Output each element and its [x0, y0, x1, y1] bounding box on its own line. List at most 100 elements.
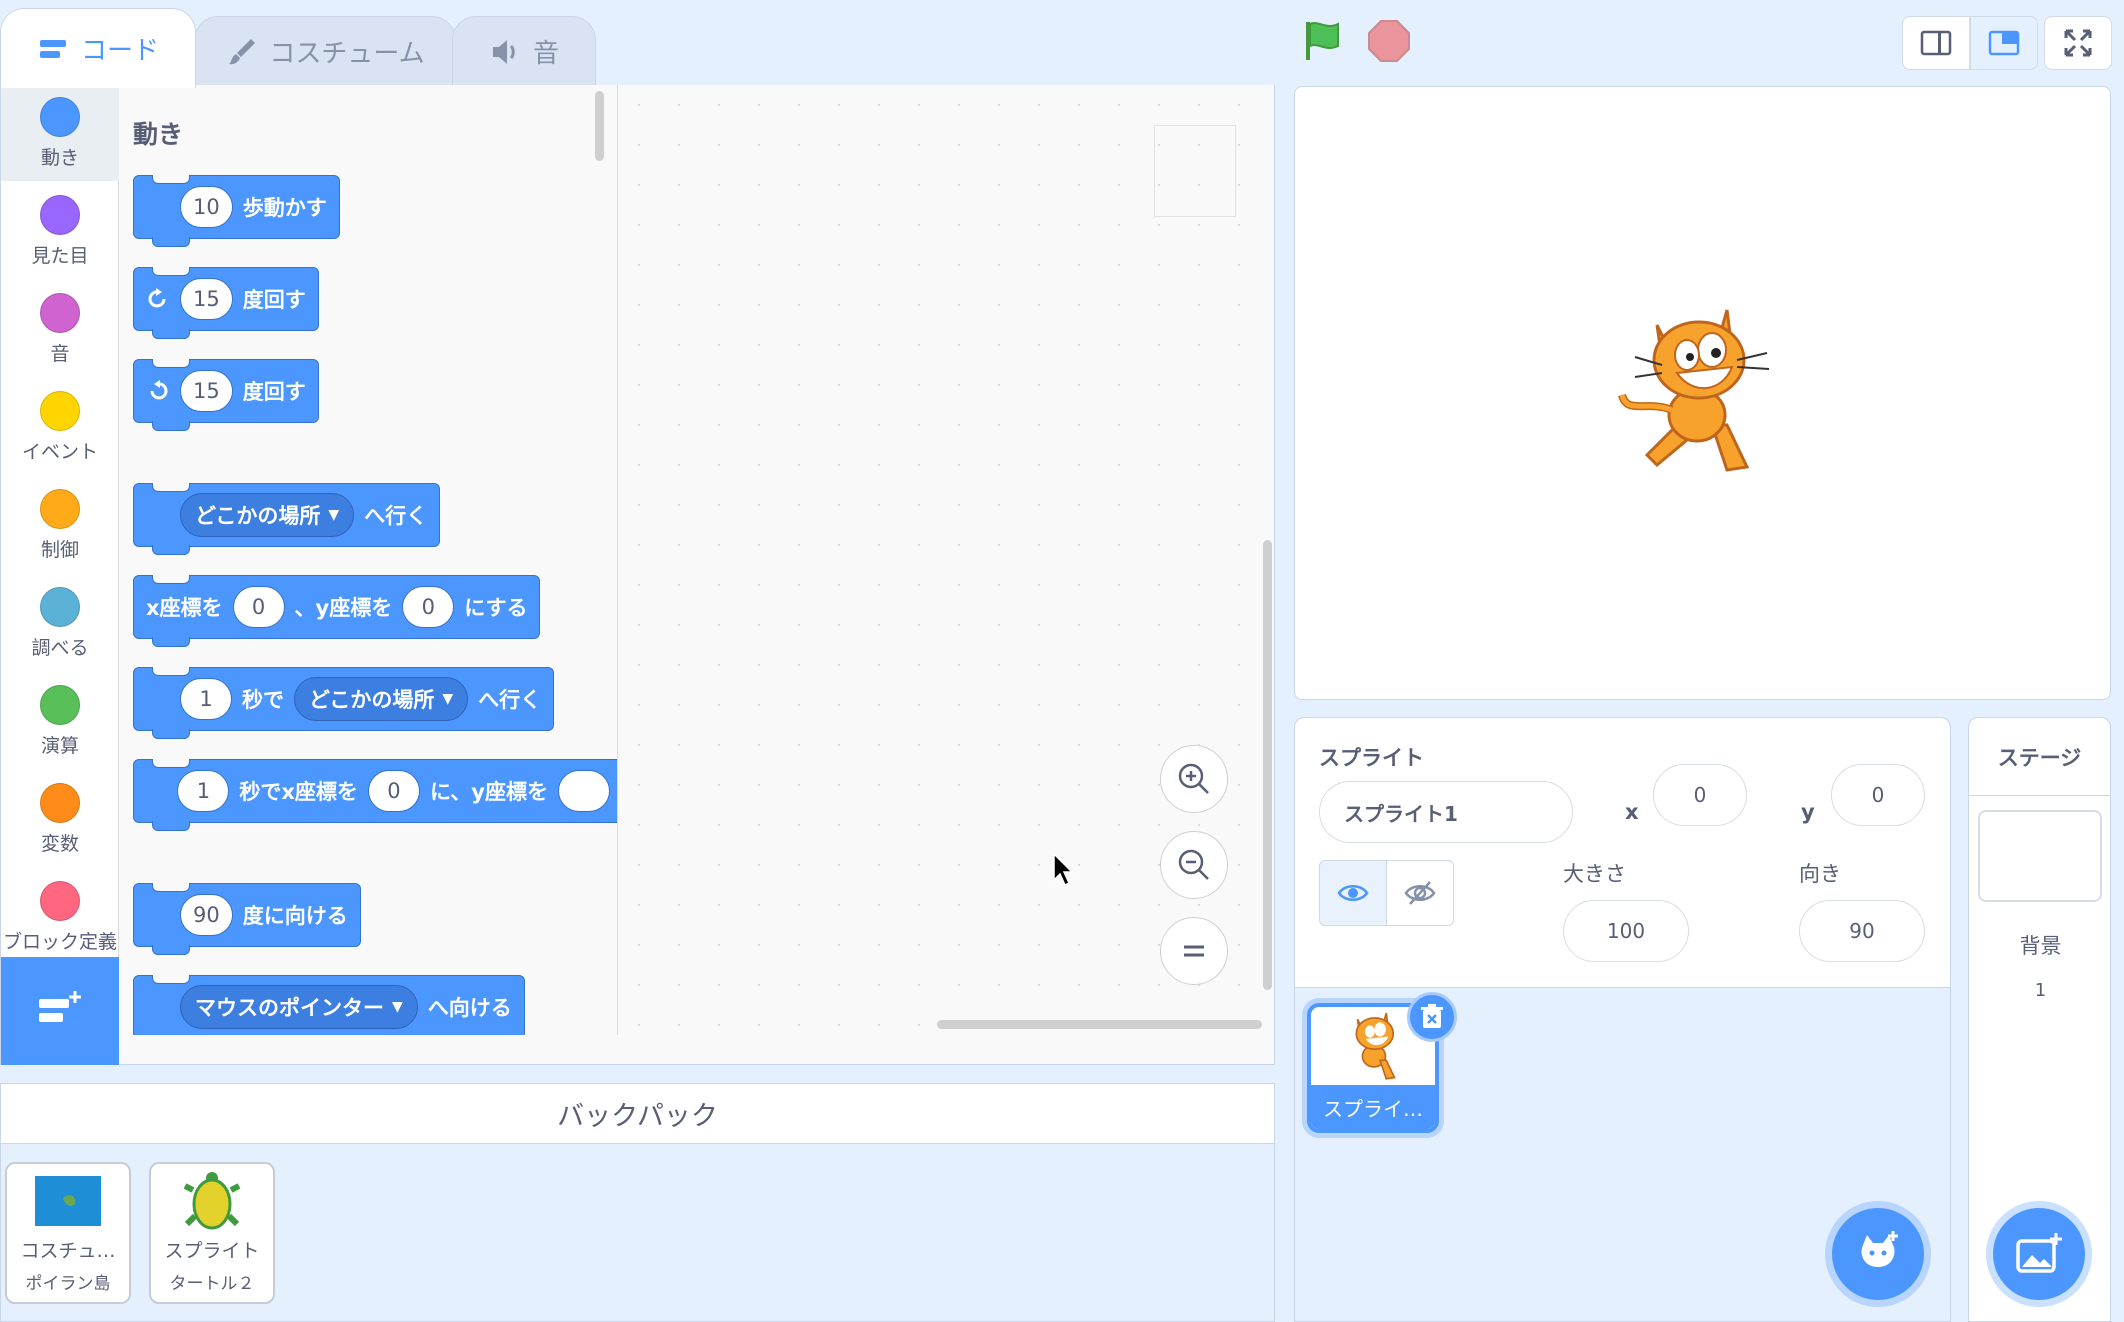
- code-icon: [39, 39, 66, 58]
- category-dot: [40, 293, 80, 333]
- equals-icon: [1184, 945, 1204, 957]
- category-label: 調べる: [31, 637, 89, 659]
- backpack-item[interactable]: コスチュ… ポイラン島: [5, 1162, 131, 1304]
- steps-input[interactable]: 10: [180, 186, 233, 228]
- block-point-towards[interactable]: マウスのポインター ▼ へ向ける: [133, 975, 525, 1035]
- y-input[interactable]: 0: [402, 586, 455, 628]
- backpack-header[interactable]: バックパック: [1, 1084, 1274, 1144]
- zoom-in-button[interactable]: [1160, 745, 1228, 813]
- direction-label: 向き: [1799, 862, 1841, 886]
- category-dot: [40, 587, 80, 627]
- size-field[interactable]: 100: [1563, 900, 1689, 962]
- normal-stage-icon: [1988, 30, 2020, 56]
- sprite-name-field[interactable]: スプライト1: [1319, 781, 1573, 843]
- block-move-steps[interactable]: 10 歩動かす: [133, 175, 340, 247]
- x-input[interactable]: 0: [232, 586, 285, 628]
- x-input[interactable]: 0: [367, 770, 420, 812]
- category-looks[interactable]: 見た目: [1, 183, 119, 279]
- small-stage-button[interactable]: [1902, 16, 1970, 70]
- stage-thumbnail[interactable]: [1978, 810, 2102, 902]
- block-label: に、y座標を: [429, 780, 548, 804]
- towards-target-dropdown[interactable]: マウスのポインター ▼: [180, 985, 418, 1029]
- direction-field[interactable]: 90: [1799, 900, 1925, 962]
- block-glide-xy[interactable]: 1 秒でx座標を 0 に、y座標を: [133, 759, 617, 831]
- block-label: 度に向ける: [242, 904, 348, 928]
- delete-sprite-button[interactable]: [1407, 992, 1457, 1042]
- turtle-icon: [183, 1172, 241, 1230]
- x-label: x: [1625, 800, 1639, 824]
- block-label: へ行く: [478, 688, 542, 712]
- category-sensing[interactable]: 調べる: [1, 575, 119, 671]
- stage-canvas[interactable]: [1294, 86, 2111, 700]
- dropdown-value: どこかの場所: [195, 504, 321, 528]
- category-dot: [40, 783, 80, 823]
- category-control[interactable]: 制御: [1, 477, 119, 573]
- zoom-out-icon: [1178, 849, 1209, 880]
- choose-sprite-button[interactable]: [1832, 1208, 1924, 1300]
- zoom-in-icon: [1178, 763, 1209, 794]
- category-sound[interactable]: 音: [1, 281, 119, 377]
- degrees-input[interactable]: 15: [180, 370, 233, 412]
- fullscreen-button[interactable]: [2044, 16, 2112, 70]
- green-flag-button[interactable]: [1298, 16, 1348, 66]
- workspace-horizontal-scrollbar[interactable]: [937, 1020, 1262, 1029]
- category-dot: [40, 391, 80, 431]
- stage-selector[interactable]: ステージ 背景 1: [1968, 717, 2111, 1322]
- category-operators[interactable]: 演算: [1, 673, 119, 769]
- choose-backdrop-button[interactable]: [1993, 1208, 2085, 1300]
- tab-sounds[interactable]: 音: [452, 16, 596, 86]
- block-point-direction[interactable]: 90 度に向ける: [133, 883, 361, 955]
- sprite-thumbnail: [151, 1170, 273, 1232]
- direction-input[interactable]: 90: [180, 894, 233, 936]
- category-events[interactable]: イベント: [1, 379, 119, 475]
- island-image-icon: [35, 1176, 101, 1226]
- add-extension-button[interactable]: [1, 957, 119, 1065]
- tab-costumes[interactable]: コスチューム: [194, 16, 456, 86]
- seconds-input[interactable]: 1: [177, 770, 230, 812]
- category-variables[interactable]: 変数: [1, 771, 119, 867]
- block-label: 歩動かす: [242, 196, 327, 220]
- goto-target-dropdown[interactable]: どこかの場所 ▼: [180, 493, 355, 537]
- category-label: 変数: [40, 833, 79, 855]
- chevron-down-icon: ▼: [442, 691, 454, 707]
- workspace-vertical-scrollbar[interactable]: [1263, 540, 1272, 990]
- block-label: 、y座標を: [294, 596, 393, 620]
- zoom-out-button[interactable]: [1160, 831, 1228, 899]
- stop-button[interactable]: [1364, 16, 1414, 66]
- block-label: にする: [464, 596, 528, 620]
- tab-code[interactable]: コード: [0, 8, 196, 88]
- category-my-blocks[interactable]: ブロック定義: [1, 869, 119, 965]
- seconds-input[interactable]: 1: [180, 678, 232, 720]
- hide-sprite-button[interactable]: [1386, 860, 1454, 926]
- block-turn-left[interactable]: 15 度回す: [133, 359, 319, 431]
- eye-off-icon: [1404, 881, 1436, 905]
- block-goto[interactable]: どこかの場所 ▼ へ行く: [133, 483, 441, 555]
- stop-icon: [1368, 20, 1410, 62]
- chevron-down-icon: ▼: [392, 999, 403, 1015]
- block-goto-xy[interactable]: x座標を 0 、y座標を 0 にする: [133, 575, 541, 647]
- category-label: ブロック定義: [2, 931, 117, 953]
- add-extension-icon: [39, 991, 81, 1022]
- glide-target-dropdown[interactable]: どこかの場所 ▼: [294, 677, 469, 721]
- x-position-field[interactable]: 0: [1653, 764, 1747, 826]
- backpack-item[interactable]: スプライト タートル２: [149, 1162, 275, 1304]
- degrees-input[interactable]: 15: [180, 278, 233, 320]
- small-stage-icon: [1920, 30, 1952, 56]
- script-workspace[interactable]: [619, 85, 1274, 1035]
- palette-scrollbar[interactable]: [595, 91, 604, 161]
- block-label: 度回す: [242, 288, 306, 312]
- category-label: 演算: [40, 735, 79, 757]
- y-input[interactable]: [558, 770, 610, 812]
- scratch-cat-sprite[interactable]: [1617, 305, 1787, 485]
- show-sprite-button[interactable]: [1319, 860, 1387, 926]
- backpack: バックパック コスチュ… ポイラン島 スプライト タートル２: [0, 1083, 1275, 1322]
- block-glide[interactable]: 1 秒で どこかの場所 ▼ へ行く: [133, 667, 555, 739]
- category-motion[interactable]: 動き: [1, 85, 119, 181]
- backpack-item-subtitle: ポイラン島: [25, 1274, 111, 1294]
- category-menu: 動き 見た目 音 イベント 制御 調べる 演算 変数 ブロック定義: [1, 85, 119, 1065]
- normal-stage-button[interactable]: [1970, 16, 2038, 70]
- block-turn-right[interactable]: 15 度回す: [133, 267, 319, 339]
- zoom-reset-button[interactable]: [1160, 917, 1228, 985]
- category-dot: [40, 489, 80, 529]
- y-position-field[interactable]: 0: [1831, 764, 1925, 826]
